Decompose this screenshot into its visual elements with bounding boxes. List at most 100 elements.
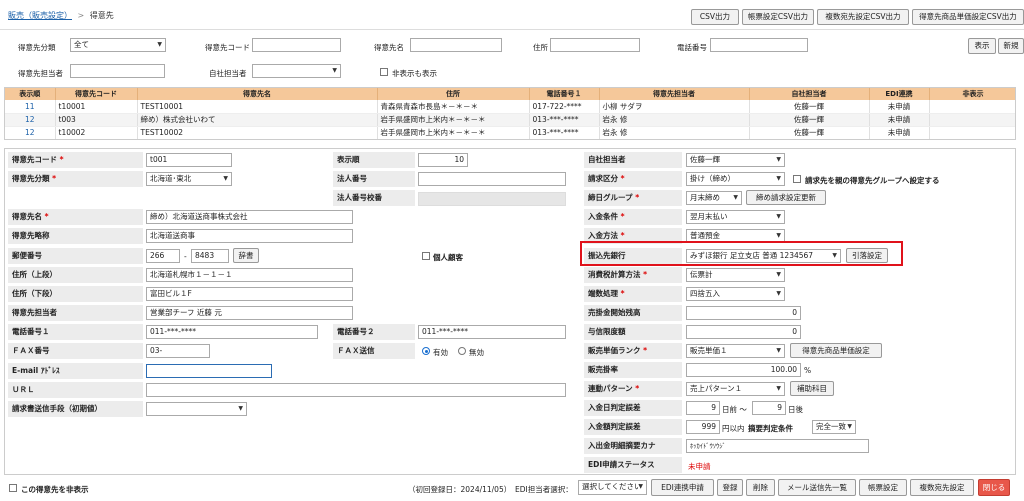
delete-button[interactable]: 削除 (746, 479, 775, 496)
grid-header[interactable]: 自社担当者 (749, 88, 870, 100)
code-input[interactable]: t001 (146, 153, 232, 167)
search-category-select[interactable]: 全て ▼ (70, 38, 166, 52)
grid-header[interactable]: EDI連携 (869, 88, 930, 100)
fax-input[interactable]: 03- (146, 344, 210, 358)
csv-export-button[interactable]: CSV出力 (691, 9, 739, 25)
personal-customer-checkbox[interactable] (422, 252, 430, 260)
send-method-select[interactable]: ▼ (146, 402, 247, 416)
kana-input[interactable]: ﾎｯｶｲﾄﾞｳｿｳｼﾞ (686, 439, 869, 453)
tax-calc-label: 消費税計算方法 * (584, 267, 682, 283)
rounding-select[interactable]: 四捨五入 ▼ (686, 287, 785, 301)
new-button[interactable]: 新規 (998, 38, 1024, 54)
link-pattern-select[interactable]: 売上パターン１ ▼ (686, 382, 785, 396)
edi-apply-button[interactable]: EDI連携申請 (651, 479, 714, 496)
day-after-input[interactable]: 9 (752, 401, 786, 415)
dictionary-button[interactable]: 辞書 (233, 248, 259, 263)
grid-header[interactable]: 得意先コード (55, 88, 138, 100)
tax-calc-select[interactable]: 伝票計 ▼ (686, 268, 785, 282)
table-cell: t10001 (55, 100, 138, 114)
table-cell: 12 (5, 126, 56, 139)
contact-input[interactable]: 営業部チーフ 近藤 元 (146, 306, 353, 320)
table-row[interactable]: 12 t003 締め）株式会社いわて 岩手県盛岡市上米内＊－＊－＊ 013-**… (5, 113, 1015, 127)
name-label-text: 得意先名 (12, 212, 42, 221)
parent-group-checkbox[interactable] (793, 175, 801, 183)
table-cell: 佐藤一輝 (749, 100, 870, 114)
grid-header[interactable]: 電話番号１ (529, 88, 600, 100)
name-input[interactable]: 締め）北海道送商事株式会社 (146, 210, 353, 224)
short-name-input[interactable]: 北海道送商事 (146, 229, 353, 243)
edi-staff-value: 選択してください (582, 482, 642, 491)
corp-no-input[interactable] (418, 172, 566, 186)
form-settings-csv-export-button[interactable]: 帳票設定CSV出力 (742, 9, 814, 25)
class-select[interactable]: 北海道･東北 ▼ (146, 172, 232, 186)
required-mark: * (52, 174, 57, 183)
search-staff-input[interactable] (70, 64, 165, 78)
rank-select[interactable]: 販売単価１ ▼ (686, 344, 785, 358)
rate-input[interactable]: 100.00 (686, 363, 801, 377)
tel2-input[interactable]: 011-***-**** (418, 325, 566, 339)
ar-start-input[interactable]: 0 (686, 306, 801, 320)
amount-judge-input[interactable]: 999 (686, 420, 720, 434)
required-mark: * (643, 270, 648, 279)
receive-cond-select[interactable]: 翌月末払い ▼ (686, 210, 785, 224)
multi-address-button[interactable]: 複数宛先設定 (910, 479, 974, 496)
closing-group-value: 月末締め (690, 193, 720, 202)
search-phone-label: 電話番号 (677, 43, 707, 52)
required-mark: * (59, 155, 64, 164)
tel1-label: 電話番号１ (8, 324, 143, 340)
table-cell: t10002 (55, 126, 138, 139)
search-address-input[interactable] (550, 38, 640, 52)
tel1-input[interactable]: 011-***-**** (146, 325, 318, 339)
show-hidden-label: 非表示も表示 (392, 69, 437, 78)
grid-header[interactable]: 表示順 (5, 88, 56, 100)
chevron-down-icon: ▼ (776, 290, 781, 297)
grid-header[interactable]: 非表示 (929, 88, 1015, 100)
chevron-down-icon: ▼ (332, 67, 337, 74)
show-hidden-checkbox[interactable] (380, 68, 388, 76)
credit-input[interactable]: 0 (686, 325, 801, 339)
search-name-input[interactable] (410, 38, 502, 52)
closing-update-button[interactable]: 締め請求設定更新 (746, 190, 826, 205)
zip2-input[interactable]: 8483 (191, 249, 229, 263)
zip1-input[interactable]: 266 (146, 249, 180, 263)
search-own-staff-select[interactable]: ▼ (252, 64, 341, 78)
grid-header[interactable]: 得意先担当者 (599, 88, 750, 100)
table-row[interactable]: 12 t10002 TEST10002 岩手県盛岡市上米内＊－＊－＊ 013-*… (5, 126, 1015, 139)
table-row[interactable]: 11 t10001 TEST10001 青森県青森市長島＊－＊－＊ 017-72… (5, 100, 1015, 114)
search-code-input[interactable] (252, 38, 341, 52)
fax-disabled-radio[interactable] (458, 347, 466, 355)
own-staff-select[interactable]: 佐藤一輝 ▼ (686, 153, 785, 167)
search-phone-input[interactable] (710, 38, 808, 52)
close-button[interactable]: 閉じる (978, 479, 1010, 496)
fax-enabled-radio[interactable] (422, 347, 430, 355)
breadcrumb: 販売（販売設定） > 得意先 (8, 10, 114, 21)
closing-group-select[interactable]: 月末締め ▼ (686, 191, 742, 205)
show-button[interactable]: 表示 (968, 38, 996, 54)
summary-cond-select[interactable]: 完全一致 ▼ (812, 420, 856, 434)
closing-group-label-text: 締日グループ (588, 193, 633, 202)
aux-account-button[interactable]: 補助科目 (790, 381, 834, 396)
hide-customer-checkbox[interactable] (9, 484, 17, 492)
customer-price-setting-button[interactable]: 得意先商品単価設定 (790, 343, 882, 358)
address1-input[interactable]: 北海道札幌市１－１－１ (146, 268, 353, 282)
form-settings-button[interactable]: 帳票設定 (859, 479, 907, 496)
parent-group-label: 請求先を親の得意先グループへ設定する (805, 176, 940, 185)
grid-header[interactable]: 住所 (377, 88, 530, 100)
address2-input[interactable]: 富田ビル１F (146, 287, 353, 301)
email-input[interactable] (146, 364, 272, 378)
breadcrumb-parent-link[interactable]: 販売（販売設定） (8, 11, 72, 20)
grid-header[interactable]: 得意先名 (137, 88, 378, 100)
order-input[interactable]: 10 (418, 153, 468, 167)
table-cell: 佐藤一輝 (749, 113, 870, 127)
day-before-input[interactable]: 9 (686, 401, 720, 415)
table-cell: 未申請 (869, 100, 930, 114)
billing-select[interactable]: 掛け（締め） ▼ (686, 172, 785, 186)
edi-staff-select[interactable]: 選択してください ▼ (578, 480, 647, 495)
link-pattern-value: 売上パターン１ (690, 384, 743, 393)
breadcrumb-separator: > (77, 11, 85, 20)
multi-address-csv-export-button[interactable]: 複数宛先設定CSV出力 (817, 9, 909, 25)
url-input[interactable] (146, 383, 566, 397)
mail-recipients-button[interactable]: メール送信先一覧 (778, 479, 856, 496)
customer-price-csv-export-button[interactable]: 得意先商品単価設定CSV出力 (912, 9, 1024, 25)
register-button[interactable]: 登録 (717, 479, 743, 496)
